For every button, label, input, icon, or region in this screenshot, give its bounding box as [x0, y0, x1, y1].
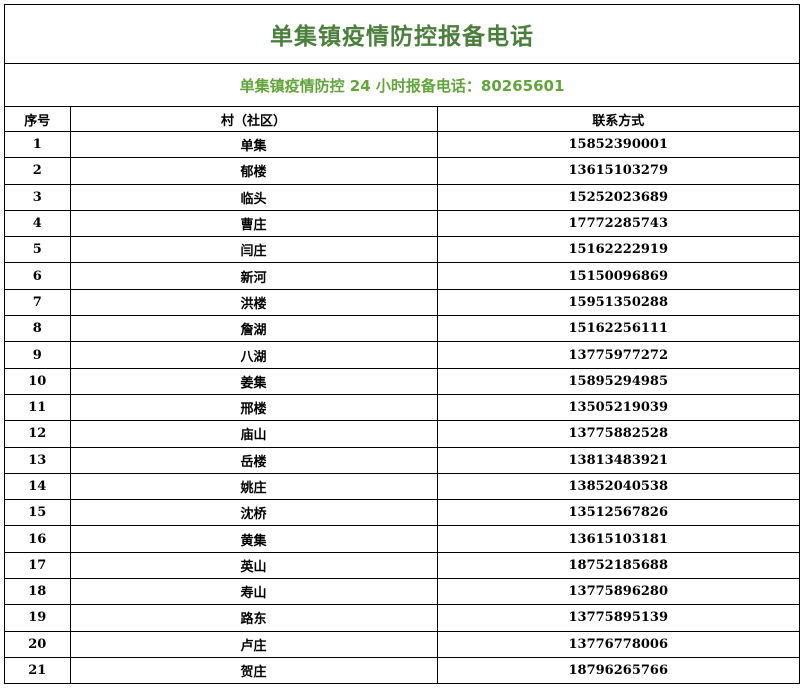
phone-number: 13776778006 [436, 630, 799, 658]
header-village: 村（社区） [69, 107, 438, 132]
table-row: 6 新河 15150096869 [5, 262, 799, 290]
row-index: 19 [5, 604, 71, 632]
table-header: 序号 村（社区） 联系方式 [5, 107, 799, 132]
village-name: 邢楼 [69, 393, 438, 422]
phone-number: 13615103279 [436, 157, 799, 185]
table-row: 5 闫庄 15162222919 [5, 236, 799, 264]
phone-number: 13512567826 [436, 499, 799, 527]
contact-table: 序号 村（社区） 联系方式 1 单集 15852390001 2 郁楼 136151032… [5, 107, 799, 684]
table-row: 21 贺庄 18796265766 [5, 656, 799, 684]
village-name: 临头 [69, 183, 438, 211]
sheet-title: 单集镇疫情防控报备电话 [5, 5, 799, 64]
row-index: 5 [5, 236, 71, 264]
row-index: 11 [5, 393, 71, 422]
hotline-subtitle: 单集镇疫情防控 24 小时报备电话：80265601 [5, 64, 799, 107]
table-row: 8 詹湖 15162256111 [5, 315, 799, 343]
row-index: 6 [5, 262, 71, 290]
table-row: 20 卢庄 13776778006 [5, 630, 799, 658]
village-name: 寿山 [69, 578, 438, 606]
phone-number: 15852390001 [436, 130, 799, 159]
village-name: 八湖 [69, 341, 438, 369]
phone-number: 15150096869 [436, 262, 799, 290]
table-row: 10 姜集 15895294985 [5, 367, 799, 395]
row-index: 3 [5, 183, 71, 211]
village-name: 单集 [69, 130, 438, 159]
phone-number: 13813483921 [436, 446, 799, 474]
header-row: 序号 村（社区） 联系方式 [5, 107, 799, 132]
village-name: 姚庄 [69, 472, 438, 501]
row-index: 7 [5, 288, 71, 317]
village-name: 卢庄 [69, 630, 438, 658]
phone-number: 13505219039 [436, 393, 799, 422]
header-index: 序号 [5, 107, 71, 132]
table-row: 18 寿山 13775896280 [5, 578, 799, 606]
table-row: 13 岳楼 13813483921 [5, 446, 799, 474]
village-name: 詹湖 [69, 315, 438, 343]
village-name: 郁楼 [69, 157, 438, 185]
village-name: 曹庄 [69, 209, 438, 238]
table-row: 7 洪楼 15951350288 [5, 288, 799, 317]
village-name: 新河 [69, 262, 438, 290]
row-index: 15 [5, 499, 71, 527]
phone-number: 15252023689 [436, 183, 799, 211]
row-index: 21 [5, 656, 71, 684]
phone-sheet: 单集镇疫情防控报备电话 单集镇疫情防控 24 小时报备电话：80265601 序… [4, 4, 800, 685]
row-index: 4 [5, 209, 71, 238]
village-name: 沈桥 [69, 499, 438, 527]
table-row: 2 郁楼 13615103279 [5, 157, 799, 185]
phone-number: 18796265766 [436, 656, 799, 684]
phone-number: 13775895139 [436, 604, 799, 632]
village-name: 庙山 [69, 420, 438, 448]
table-row: 9 八湖 13775977272 [5, 341, 799, 369]
phone-number: 13775882528 [436, 420, 799, 448]
village-name: 姜集 [69, 367, 438, 395]
row-index: 16 [5, 525, 71, 553]
table-row: 4 曹庄 17772285743 [5, 209, 799, 238]
phone-number: 13775977272 [436, 341, 799, 369]
table-row: 16 黄集 13615103181 [5, 525, 799, 553]
table-row: 11 邢楼 13505219039 [5, 393, 799, 422]
row-index: 18 [5, 578, 71, 606]
table-row: 19 路东 13775895139 [5, 604, 799, 632]
village-name: 黄集 [69, 525, 438, 553]
table-row: 3 临头 15252023689 [5, 183, 799, 211]
row-index: 17 [5, 551, 71, 580]
row-index: 2 [5, 157, 71, 185]
phone-number: 15951350288 [436, 288, 799, 317]
phone-number: 13615103181 [436, 525, 799, 553]
village-name: 英山 [69, 551, 438, 580]
village-name: 岳楼 [69, 446, 438, 474]
table-row: 17 英山 18752185688 [5, 551, 799, 580]
row-index: 13 [5, 446, 71, 474]
table-body: 1 单集 15852390001 2 郁楼 13615103279 3 临头 152520236… [5, 130, 799, 684]
row-index: 12 [5, 420, 71, 448]
village-name: 洪楼 [69, 288, 438, 317]
phone-number: 13852040538 [436, 472, 799, 501]
village-name: 贺庄 [69, 656, 438, 684]
table-row: 1 单集 15852390001 [5, 130, 799, 159]
table-row: 12 庙山 13775882528 [5, 420, 799, 448]
phone-number: 13775896280 [436, 578, 799, 606]
row-index: 1 [5, 130, 71, 159]
table-row: 15 沈桥 13512567826 [5, 499, 799, 527]
phone-number: 15162222919 [436, 236, 799, 264]
row-index: 14 [5, 472, 71, 501]
phone-number: 17772285743 [436, 209, 799, 238]
header-contact: 联系方式 [436, 107, 799, 132]
row-index: 8 [5, 315, 71, 343]
row-index: 20 [5, 630, 71, 658]
phone-number: 15895294985 [436, 367, 799, 395]
phone-number: 18752185688 [436, 551, 799, 580]
phone-number: 15162256111 [436, 315, 799, 343]
row-index: 10 [5, 367, 71, 395]
row-index: 9 [5, 341, 71, 369]
village-name: 闫庄 [69, 236, 438, 264]
village-name: 路东 [69, 604, 438, 632]
table-row: 14 姚庄 13852040538 [5, 472, 799, 501]
